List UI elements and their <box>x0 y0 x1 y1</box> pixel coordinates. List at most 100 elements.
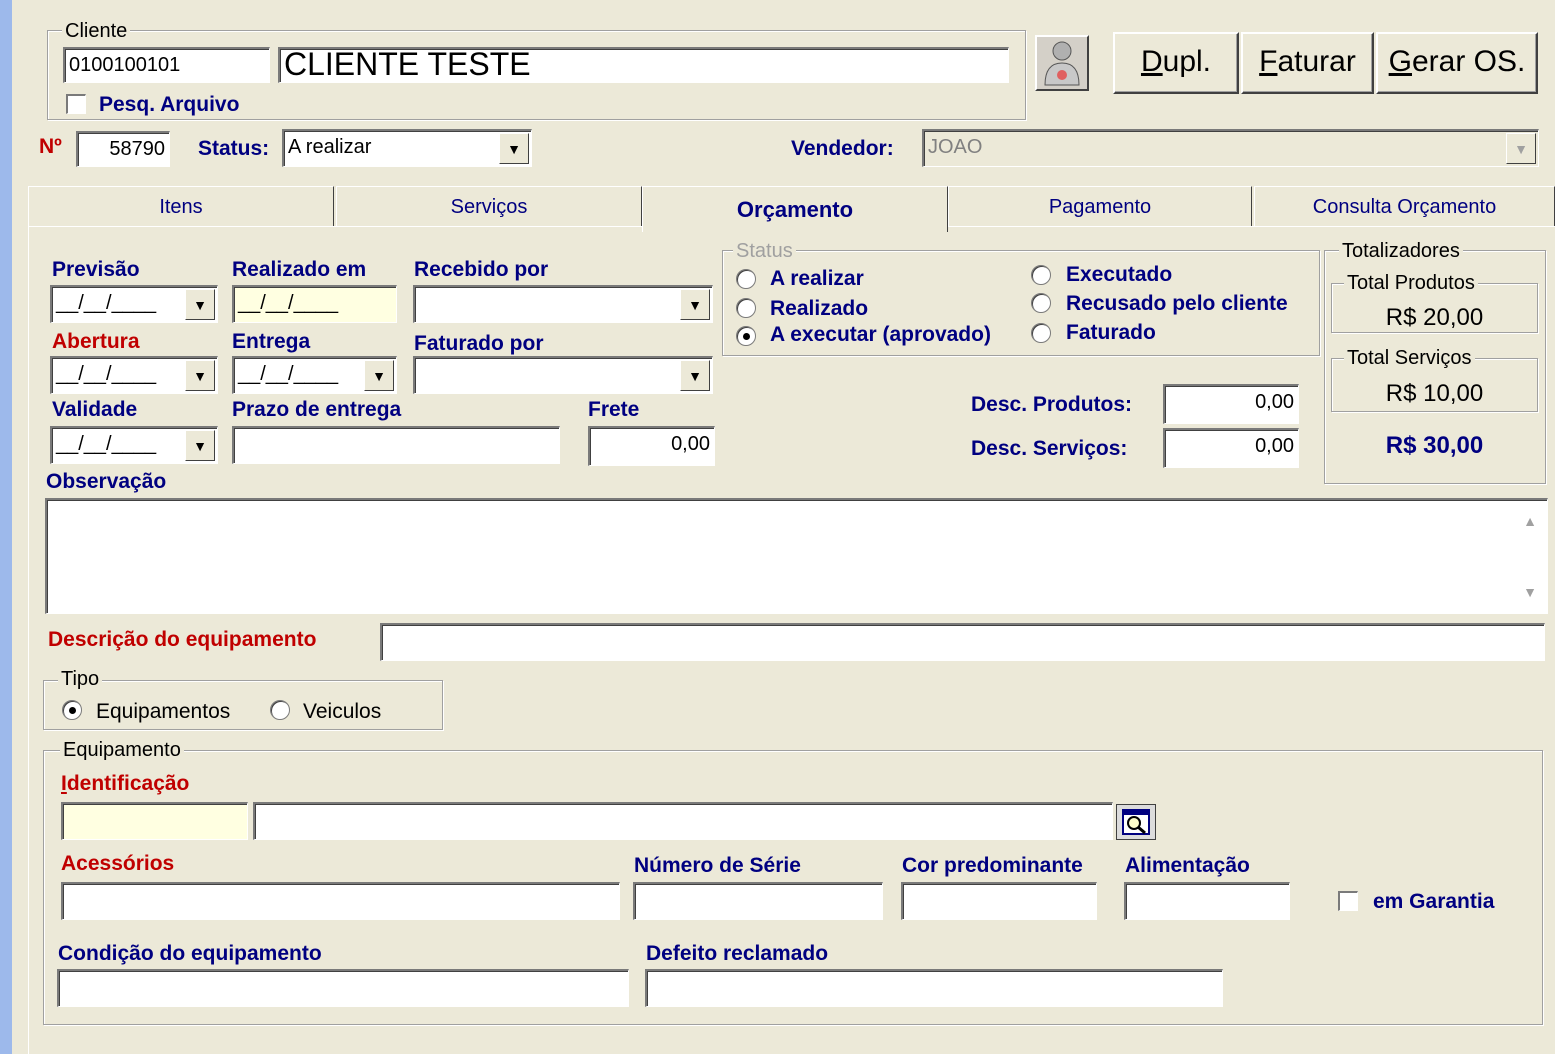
desc-servicos-input[interactable]: 0,00 <box>1163 428 1299 468</box>
abertura-date-input[interactable]: __/__/____ ▼ <box>50 356 218 394</box>
recebido-por-label: Recebido por <box>414 258 549 281</box>
tipo-option-veiculos: Veiculos <box>303 700 382 723</box>
observacao-textarea[interactable]: ▲ ▼ <box>45 498 1548 614</box>
faturar-mnemonic: F <box>1259 45 1278 78</box>
tab-itens[interactable]: Itens <box>28 186 334 226</box>
status-option-realizado: Realizado <box>770 297 869 320</box>
vendedor-label: Vendedor: <box>791 137 894 160</box>
identificacao-search-button[interactable] <box>1116 804 1156 840</box>
scroll-down-icon[interactable]: ▼ <box>1515 577 1545 607</box>
status-option-faturado: Faturado <box>1066 321 1156 344</box>
cor-predominante-input[interactable] <box>901 882 1097 920</box>
chevron-down-icon[interactable]: ▼ <box>499 133 529 164</box>
tipo-group-label: Tipo <box>58 669 103 689</box>
chevron-down-icon[interactable]: ▼ <box>680 289 710 320</box>
realizado-em-label: Realizado em <box>232 258 367 281</box>
status-radio-faturado[interactable] <box>1031 323 1051 343</box>
total-produtos-label: Total Produtos <box>1344 273 1478 293</box>
status-radio-executado[interactable] <box>1031 265 1051 285</box>
recebido-por-select[interactable]: ▼ <box>413 285 713 323</box>
numero-label: Nº <box>39 135 62 158</box>
chevron-down-icon[interactable]: ▼ <box>1506 133 1536 164</box>
observacao-scrollbar[interactable]: ▲ ▼ <box>1515 502 1545 611</box>
validade-date-value: __/__/____ <box>56 433 157 455</box>
tab-servicos[interactable]: Serviços <box>336 186 642 226</box>
chevron-down-icon[interactable]: ▼ <box>680 360 710 391</box>
total-servicos-value: R$ 10,00 <box>1385 380 1484 407</box>
status-radio-a-executar[interactable] <box>736 326 756 346</box>
realizado-em-input[interactable]: __/__/____ <box>232 285 397 323</box>
cor-predominante-label: Cor predominante <box>902 854 1083 877</box>
dupl-button[interactable]: Dupl. <box>1113 32 1239 94</box>
totalizadores-label: Totalizadores <box>1339 241 1463 261</box>
previsao-date-value: __/__/____ <box>56 292 157 314</box>
status-radio-a-realizar[interactable] <box>736 269 756 289</box>
search-icon <box>1122 809 1150 835</box>
alimentacao-label: Alimentação <box>1125 854 1250 877</box>
tab-consulta-orcamento[interactable]: Consulta Orçamento <box>1254 186 1555 226</box>
gerar-os-button[interactable]: Gerar OS. <box>1376 32 1538 94</box>
em-garantia-checkbox[interactable] <box>1338 891 1358 911</box>
defeito-reclamado-input[interactable] <box>645 969 1223 1007</box>
identificacao-description-input[interactable] <box>253 802 1113 840</box>
status-label: Status: <box>198 137 270 160</box>
status-radio-recusado[interactable] <box>1031 293 1051 313</box>
tipo-radio-veiculos[interactable] <box>270 700 290 720</box>
vendedor-select[interactable]: JOAO ▼ <box>922 129 1539 167</box>
prazo-entrega-input[interactable] <box>232 426 560 464</box>
descricao-equipamento-label: Descrição do equipamento <box>48 628 317 651</box>
dupl-label: upl. <box>1162 45 1212 78</box>
calendar-dropdown-icon[interactable]: ▼ <box>185 289 215 320</box>
client-photo-button[interactable] <box>1035 35 1089 91</box>
scroll-up-icon[interactable]: ▲ <box>1515 506 1545 536</box>
acessorios-input[interactable] <box>61 882 620 920</box>
person-icon <box>1044 41 1080 86</box>
frete-label: Frete <box>588 398 640 421</box>
numero-serie-label: Número de Série <box>634 854 801 877</box>
condicao-equipamento-label: Condição do equipamento <box>58 942 322 965</box>
acessorios-label: Acessórios <box>61 852 175 875</box>
faturado-por-select[interactable]: ▼ <box>413 356 713 394</box>
status-select[interactable]: A realizar ▼ <box>282 129 532 167</box>
validade-label: Validade <box>52 398 138 421</box>
status-option-a-executar: A executar (aprovado) <box>770 323 991 346</box>
cliente-group-label: Cliente <box>62 21 131 41</box>
descricao-equipamento-input[interactable] <box>380 623 1545 661</box>
vendedor-select-value: JOAO <box>928 136 983 158</box>
pesq-arquivo-checkbox[interactable] <box>66 94 86 114</box>
status-group-label: Status <box>733 241 796 261</box>
alimentacao-input[interactable] <box>1124 882 1290 920</box>
cliente-name-input[interactable]: CLIENTE TESTE <box>278 47 1009 83</box>
radio-selected-dot <box>742 332 750 340</box>
calendar-dropdown-icon[interactable]: ▼ <box>364 360 394 391</box>
status-option-recusado: Recusado pelo cliente <box>1066 292 1288 315</box>
total-geral-value: R$ 30,00 <box>1385 432 1484 459</box>
validade-date-input[interactable]: __/__/____ ▼ <box>50 426 218 464</box>
calendar-dropdown-icon[interactable]: ▼ <box>185 360 215 391</box>
desc-produtos-input[interactable]: 0,00 <box>1163 384 1299 424</box>
calendar-dropdown-icon[interactable]: ▼ <box>185 430 215 461</box>
prazo-entrega-label: Prazo de entrega <box>232 398 402 421</box>
numero-serie-input[interactable] <box>633 882 883 920</box>
identificacao-code-input[interactable] <box>61 802 248 840</box>
entrega-date-value: __/__/____ <box>238 363 339 385</box>
status-radio-realizado[interactable] <box>736 298 756 318</box>
frete-input[interactable]: 0,00 <box>588 426 715 466</box>
previsao-label: Previsão <box>52 258 140 281</box>
tipo-radio-equipamentos[interactable] <box>62 700 82 720</box>
pesq-arquivo-label: Pesq. Arquivo <box>99 93 240 116</box>
faturar-button[interactable]: Faturar <box>1241 32 1374 94</box>
desc-servicos-label: Desc. Serviços: <box>971 437 1128 460</box>
tab-pagamento[interactable]: Pagamento <box>948 186 1252 226</box>
defeito-reclamado-label: Defeito reclamado <box>646 942 829 965</box>
tab-orcamento[interactable]: Orçamento <box>642 186 948 232</box>
previsao-date-input[interactable]: __/__/____ ▼ <box>50 285 218 323</box>
abertura-label: Abertura <box>52 330 140 353</box>
identificacao-label-text: dentificação <box>66 772 190 795</box>
numero-input[interactable]: 58790 <box>76 131 170 167</box>
entrega-date-input[interactable]: __/__/____ ▼ <box>232 356 397 394</box>
condicao-equipamento-input[interactable] <box>57 969 629 1007</box>
total-servicos-label: Total Serviços <box>1344 348 1475 368</box>
cliente-code-input[interactable]: 0100100101 <box>63 47 270 83</box>
abertura-date-value: __/__/____ <box>56 363 157 385</box>
